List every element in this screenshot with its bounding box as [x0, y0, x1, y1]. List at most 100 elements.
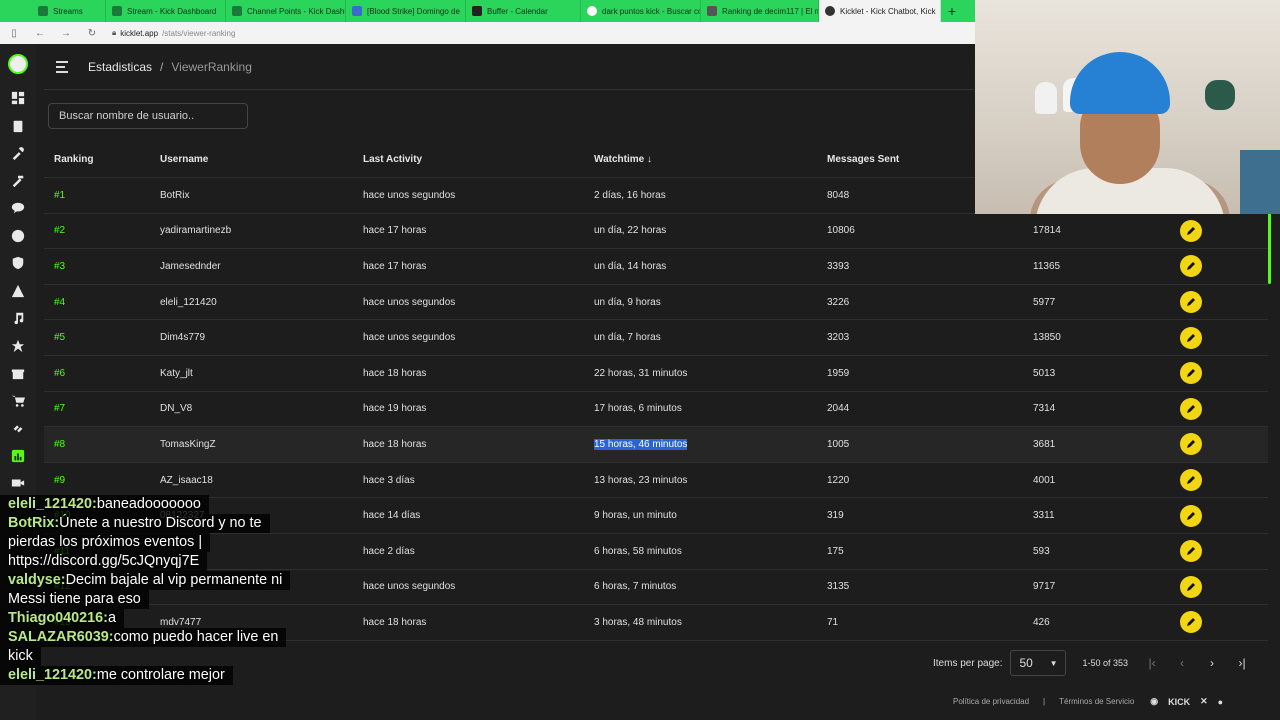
- hammer-icon[interactable]: [10, 173, 26, 189]
- back-icon[interactable]: ←: [34, 27, 46, 39]
- last-page-icon[interactable]: ›|: [1236, 656, 1248, 670]
- points-cell: 7314: [1033, 403, 1056, 415]
- points-cell: 9717: [1033, 581, 1056, 593]
- edit-pencil-icon[interactable]: [1180, 397, 1202, 420]
- github-icon[interactable]: ●: [1218, 697, 1223, 707]
- star-icon[interactable]: [10, 338, 26, 354]
- reload-icon[interactable]: ↻: [86, 27, 98, 39]
- chat-message: pierdas los próximos eventos |: [0, 533, 211, 552]
- tab-buffer[interactable]: Buffer - Calendar: [466, 0, 581, 22]
- messages-cell: 3226: [827, 296, 850, 308]
- discord-icon[interactable]: ◉: [1150, 696, 1158, 707]
- watchtime-cell: 6 horas, 58 minutos: [594, 545, 682, 557]
- x-icon[interactable]: ✕: [1200, 696, 1208, 707]
- messages-cell: 175: [827, 545, 844, 557]
- actions-cell: [1161, 397, 1221, 420]
- last-activity-cell: hace unos segundos: [363, 296, 456, 308]
- edit-pencil-icon[interactable]: [1180, 611, 1202, 634]
- edit-pencil-icon[interactable]: [1180, 540, 1202, 563]
- sidebar-toggle-icon[interactable]: ▯: [8, 27, 20, 39]
- chat-icon[interactable]: [10, 200, 26, 216]
- stats-icon[interactable]: [10, 448, 26, 464]
- tab-google-search[interactable]: dark puntos kick - Buscar co: [581, 0, 701, 22]
- chat-overlay: eleli_121420: baneadooooooo BotRix: Únete…: [0, 495, 345, 685]
- scrollbar[interactable]: [1268, 212, 1271, 284]
- prev-page-icon[interactable]: ‹: [1176, 656, 1188, 670]
- google-icon: [587, 6, 597, 16]
- chat-username: BotRix:: [8, 515, 60, 531]
- header-watchtime[interactable]: Watchtime ↓: [594, 154, 827, 165]
- items-per-page-label: Items per page:: [933, 657, 1003, 669]
- next-page-icon[interactable]: ›: [1206, 656, 1218, 670]
- wrench-icon[interactable]: [10, 145, 26, 161]
- watchtime-cell: 17 horas, 6 minutos: [594, 403, 682, 415]
- edit-pencil-icon[interactable]: [1180, 433, 1202, 456]
- link-icon[interactable]: [10, 420, 26, 436]
- video-icon[interactable]: [10, 475, 26, 491]
- tab-kick-dashboard[interactable]: Stream - Kick Dashboard: [106, 0, 226, 22]
- chat-text: Únete a nuestro Discord y no te: [59, 515, 262, 531]
- edit-pencil-icon[interactable]: [1180, 219, 1202, 242]
- rank-cell: #5: [54, 332, 66, 344]
- table-row: #4 eleli_121420 hace unos segundos un día, …: [44, 285, 1268, 321]
- header-ranking[interactable]: Ranking: [44, 154, 160, 165]
- warning-icon[interactable]: [10, 283, 26, 299]
- url-field[interactable]: 🔒︎ kicklet.app/stats/viewer-ranking: [112, 28, 235, 38]
- tab-ranking[interactable]: Ranking de decim117 | El m: [701, 0, 819, 22]
- watchtime-cell: 22 horas, 31 minutos: [594, 367, 688, 379]
- breadcrumb-root[interactable]: Estadisticas: [88, 60, 152, 74]
- last-activity-cell: hace 18 horas: [363, 616, 427, 628]
- privacy-link[interactable]: Política de privacidad: [953, 697, 1029, 706]
- username-cell: Dim4s779: [160, 332, 206, 344]
- chat-message: https://discord.gg/5cJQnyqj7E: [0, 552, 208, 571]
- new-tab-button[interactable]: +: [941, 0, 963, 22]
- watchtime-cell: 2 días, 16 horas: [594, 189, 666, 201]
- clock-icon[interactable]: [10, 228, 26, 244]
- edit-pencil-icon[interactable]: [1180, 504, 1202, 527]
- username-cell: DN_V8: [160, 403, 193, 415]
- chat-username: valdyse:: [8, 572, 66, 588]
- last-activity-cell: hace 2 días: [363, 545, 415, 557]
- tab-kicklet[interactable]: Kicklet - Kick Chatbot, Kick✕: [819, 0, 941, 22]
- tab-blood-strike[interactable]: [Blood Strike] Domingo de: [346, 0, 466, 22]
- first-page-icon[interactable]: |‹: [1146, 656, 1158, 670]
- tab-streams[interactable]: Streams: [0, 0, 106, 22]
- header-username[interactable]: Username: [160, 154, 363, 165]
- messages-cell: 3135: [827, 581, 850, 593]
- last-activity-cell: hace 17 horas: [363, 225, 427, 237]
- username-cell: TomasKingZ: [160, 438, 216, 450]
- items-per-page-select[interactable]: 50 ▼: [1010, 650, 1067, 676]
- tab-channel-points[interactable]: Channel Points - Kick Dashi: [226, 0, 346, 22]
- shield-icon[interactable]: [10, 255, 26, 271]
- edit-pencil-icon[interactable]: [1180, 255, 1202, 278]
- forward-icon[interactable]: →: [60, 27, 72, 39]
- music-icon[interactable]: [10, 310, 26, 326]
- search-input[interactable]: [48, 103, 248, 129]
- edit-pencil-icon[interactable]: [1180, 362, 1202, 385]
- last-activity-cell: hace unos segundos: [363, 189, 456, 201]
- chat-message: valdyse: Decim bajale al vip permanente …: [0, 571, 291, 590]
- actions-cell: [1161, 540, 1221, 563]
- kick-link[interactable]: KICK: [1168, 697, 1190, 707]
- terms-link[interactable]: Términos de Servicio: [1059, 697, 1134, 706]
- actions-cell: [1161, 219, 1221, 242]
- gift-icon[interactable]: [10, 365, 26, 381]
- kicklet-logo[interactable]: [8, 54, 28, 74]
- r-icon: [352, 6, 362, 16]
- rank-cell: #2: [54, 225, 66, 237]
- actions-cell: [1161, 611, 1221, 634]
- points-cell: 3311: [1033, 510, 1055, 522]
- last-activity-cell: hace 18 horas: [363, 438, 427, 450]
- edit-pencil-icon[interactable]: [1180, 469, 1202, 492]
- cart-icon[interactable]: [10, 393, 26, 409]
- chat-username: eleli_121420:: [8, 667, 97, 683]
- chat-message: SALAZAR6039: como puedo hacer live en: [0, 628, 287, 647]
- clipboard-icon[interactable]: [10, 118, 26, 134]
- edit-pencil-icon[interactable]: [1180, 575, 1202, 598]
- header-last-activity[interactable]: Last Activity: [363, 154, 594, 165]
- edit-pencil-icon[interactable]: [1180, 326, 1202, 349]
- menu-collapse-icon[interactable]: [56, 60, 72, 73]
- edit-pencil-icon[interactable]: [1180, 291, 1202, 314]
- messages-cell: 71: [827, 616, 839, 628]
- dashboard-icon[interactable]: [10, 90, 26, 106]
